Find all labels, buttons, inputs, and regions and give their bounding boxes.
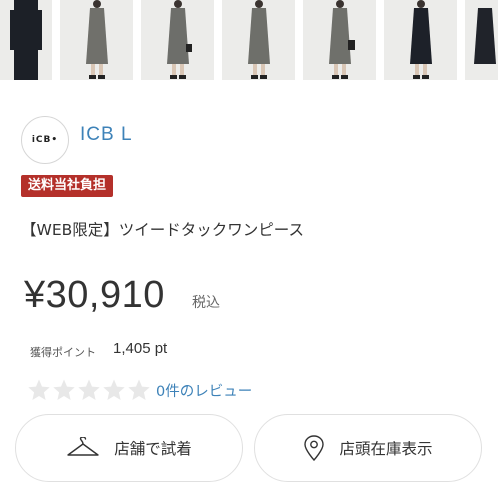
model-photo xyxy=(247,0,270,79)
star-empty-icon xyxy=(53,379,75,400)
product-thumbnail-3[interactable] xyxy=(141,0,214,80)
product-thumbnail-2[interactable] xyxy=(60,0,133,80)
model-photo xyxy=(474,8,496,64)
star-empty-icon xyxy=(78,379,100,400)
product-thumbnail-6[interactable] xyxy=(384,0,457,80)
try-in-store-label: 店舗で試着 xyxy=(114,440,192,458)
store-stock-button[interactable]: 店頭在庫表示 xyxy=(254,414,482,482)
brand-logo-text: iCB• xyxy=(31,135,59,145)
model-photo xyxy=(328,0,355,79)
model-photo xyxy=(10,0,42,80)
product-title: 【WEB限定】ツイードタックワンピース xyxy=(21,221,304,239)
hanger-icon xyxy=(67,437,99,456)
product-thumbnail-4[interactable] xyxy=(222,0,295,80)
star-empty-icon xyxy=(28,379,50,400)
product-image-strip[interactable] xyxy=(0,0,498,80)
star-empty-icon xyxy=(128,379,150,400)
star-empty-icon xyxy=(103,379,125,400)
try-in-store-button[interactable]: 店舗で試着 xyxy=(15,414,243,482)
free-shipping-badge: 送料当社負担 xyxy=(21,175,114,197)
product-thumbnail-7[interactable] xyxy=(465,0,498,80)
tax-included-label: 税込 xyxy=(192,295,220,311)
model-photo xyxy=(409,0,432,79)
star-rating xyxy=(27,378,151,402)
review-count-link[interactable]: 0件のレビュー xyxy=(156,380,252,401)
product-price: ¥30,910 xyxy=(24,274,165,316)
brand-name-link[interactable]: ICB L xyxy=(80,124,133,146)
location-pin-icon xyxy=(304,435,325,461)
product-thumbnail-1[interactable] xyxy=(0,0,52,80)
brand-logo[interactable]: iCB• xyxy=(21,116,69,164)
product-thumbnail-5[interactable] xyxy=(303,0,376,80)
points-value: 1,405 pt xyxy=(113,340,168,357)
model-photo xyxy=(85,0,108,79)
store-stock-label: 店頭在庫表示 xyxy=(339,440,433,458)
points-label: 獲得ポイント xyxy=(30,346,96,359)
model-photo xyxy=(166,0,192,79)
